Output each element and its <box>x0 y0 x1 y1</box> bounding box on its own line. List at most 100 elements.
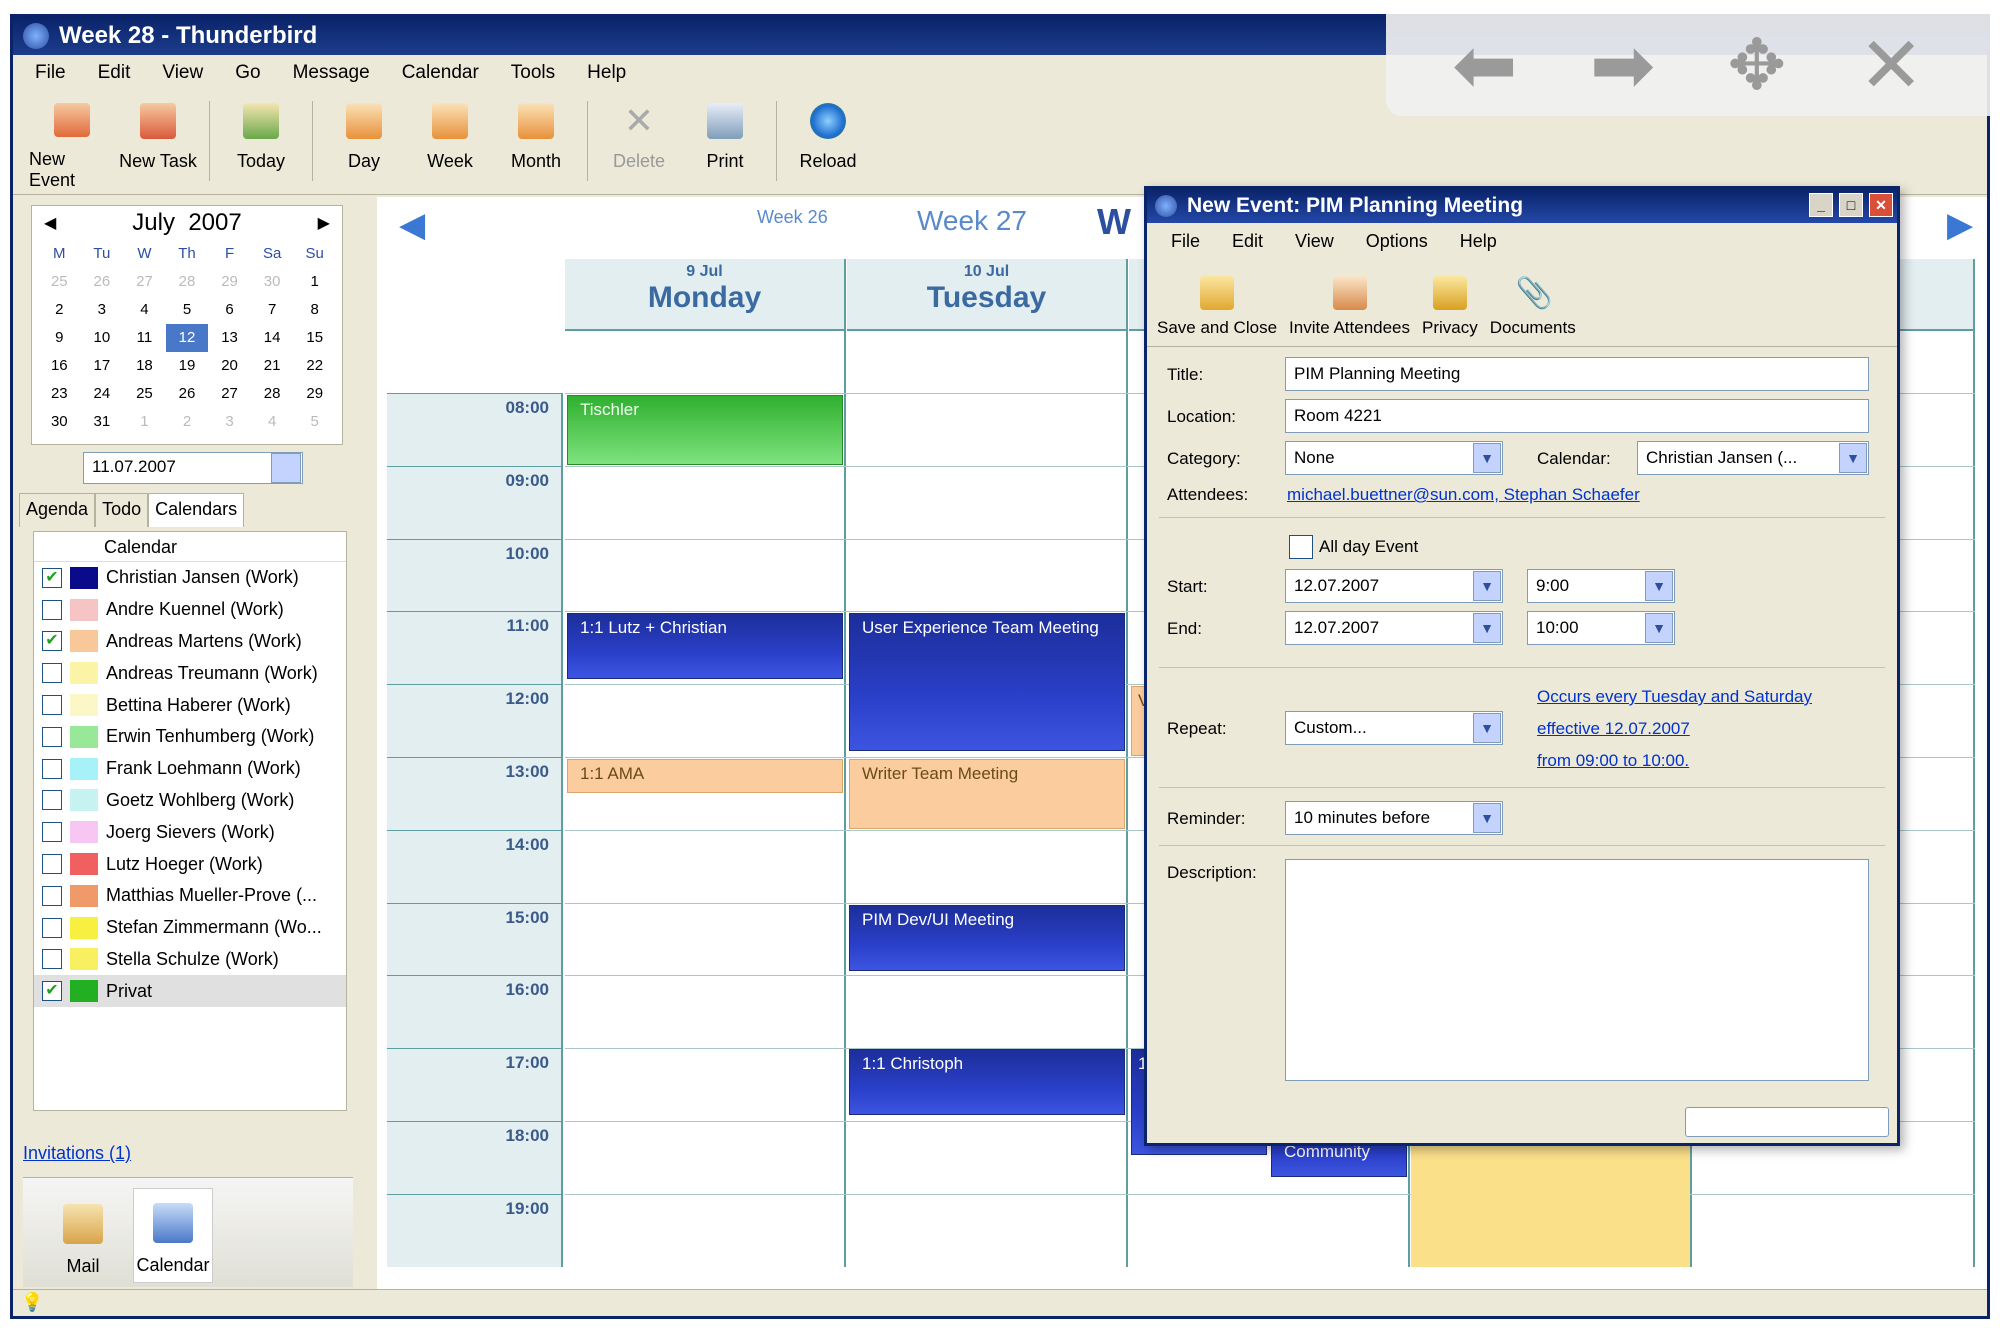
calendar-list-item[interactable]: Stefan Zimmermann (Wo... <box>34 912 346 944</box>
calendar-list-item[interactable]: ✔ Christian Jansen (Work) <box>34 562 346 594</box>
invitations-link[interactable]: Invitations (1) <box>23 1143 131 1164</box>
checkbox-checked[interactable]: ✔ <box>42 567 62 588</box>
minical-day[interactable]: 8 <box>293 296 336 324</box>
minical-day[interactable]: 25 <box>38 268 81 296</box>
minical-day[interactable]: 13 <box>208 324 251 352</box>
calendar-list-item[interactable]: Goetz Wohlberg (Work) <box>34 785 346 817</box>
checkbox-unchecked[interactable] <box>42 726 62 747</box>
minical-day[interactable]: 22 <box>293 352 336 380</box>
checkbox-unchecked[interactable] <box>42 822 62 843</box>
minical-day[interactable]: 26 <box>166 380 209 408</box>
mail-mode-button[interactable]: Mail <box>43 1188 123 1283</box>
week-28-label[interactable]: W <box>1097 201 1131 243</box>
event-writer-team-meeting[interactable]: Writer Team Meeting <box>849 759 1125 829</box>
menu-message[interactable]: Message <box>293 62 370 84</box>
invite-attendees-button[interactable]: Invite Attendees <box>1283 259 1416 346</box>
minical-day[interactable]: 4 <box>123 296 166 324</box>
minical-day[interactable]: 30 <box>251 268 294 296</box>
minical-day[interactable]: 3 <box>208 408 251 436</box>
category-select[interactable]: None <box>1285 441 1503 475</box>
calendar-list-item[interactable]: Erwin Tenhumberg (Work) <box>34 721 346 753</box>
minical-day[interactable]: 16 <box>38 352 81 380</box>
minical-day[interactable]: 25 <box>123 380 166 408</box>
checkbox-checked[interactable]: ✔ <box>42 631 62 652</box>
week-view-button[interactable]: Week <box>407 91 493 191</box>
minical-day[interactable]: 5 <box>166 296 209 324</box>
dialog-menu-options[interactable]: Options <box>1366 231 1428 252</box>
week-26-label[interactable]: Week 26 <box>757 207 828 228</box>
minical-day[interactable]: 3 <box>81 296 124 324</box>
print-button[interactable]: Print <box>682 91 768 191</box>
dialog-titlebar[interactable]: New Event: PIM Planning Meeting _ □ ✕ <box>1147 189 1897 223</box>
minical-day[interactable]: 2 <box>166 408 209 436</box>
dialog-menu-file[interactable]: File <box>1171 231 1200 252</box>
minical-day[interactable]: 31 <box>81 408 124 436</box>
menu-go[interactable]: Go <box>235 62 260 84</box>
calendar-list-item[interactable]: Bettina Haberer (Work) <box>34 689 346 721</box>
menu-edit[interactable]: Edit <box>98 62 131 84</box>
new-task-button[interactable]: New Task <box>115 91 201 191</box>
documents-button[interactable]: 📎 Documents <box>1484 259 1582 346</box>
checkbox-unchecked[interactable] <box>42 599 62 620</box>
calendar-list-item[interactable]: Andreas Treumann (Work) <box>34 657 346 689</box>
minical-day[interactable]: 20 <box>208 352 251 380</box>
calendar-list-item[interactable]: Matthias Mueller-Prove (... <box>34 880 346 912</box>
chevron-down-icon[interactable]: ▼ <box>1473 443 1501 473</box>
checkbox-unchecked[interactable] <box>42 663 62 684</box>
chevron-down-icon[interactable]: ▼ <box>1473 571 1501 601</box>
description-textarea[interactable] <box>1285 859 1869 1081</box>
reload-button[interactable]: Reload <box>785 91 871 191</box>
day-view-button[interactable]: Day <box>321 91 407 191</box>
checkbox-unchecked[interactable] <box>42 854 62 875</box>
minical-day[interactable]: 29 <box>208 268 251 296</box>
next-week-icon[interactable]: ▶ <box>1947 205 1973 245</box>
minical-day[interactable]: 7 <box>251 296 294 324</box>
today-button[interactable]: Today <box>218 91 304 191</box>
reminder-select[interactable]: 10 minutes before <box>1285 801 1503 835</box>
minical-day[interactable]: 17 <box>81 352 124 380</box>
prev-week-icon[interactable]: ◀ <box>399 205 425 245</box>
date-field[interactable]: 11.07.2007 <box>83 452 303 484</box>
repeat-desc-line-1[interactable]: Occurs every Tuesday and Saturday <box>1537 687 1812 707</box>
minical-day[interactable]: 1 <box>123 408 166 436</box>
minical-day[interactable]: 14 <box>251 324 294 352</box>
minical-day[interactable]: 18 <box>123 352 166 380</box>
close-overlay-icon[interactable]: ✕ <box>1858 26 1923 104</box>
repeat-desc-line-3[interactable]: from 09:00 to 10:00. <box>1537 751 1689 771</box>
minical-day[interactable]: 28 <box>251 380 294 408</box>
minical-day[interactable]: 11 <box>123 324 166 352</box>
minical-day[interactable]: 5 <box>293 408 336 436</box>
start-date-input[interactable]: 12.07.2007 <box>1285 569 1503 603</box>
end-date-input[interactable]: 12.07.2007 <box>1285 611 1503 645</box>
event-ux-team-meeting[interactable]: User Experience Team Meeting <box>849 613 1125 751</box>
minical-day[interactable]: 4 <box>251 408 294 436</box>
calendar-list-item[interactable]: Frank Loehmann (Work) <box>34 753 346 785</box>
minical-day[interactable]: 15 <box>293 324 336 352</box>
chevron-down-icon[interactable]: ▼ <box>1473 613 1501 643</box>
minical-day[interactable]: 6 <box>208 296 251 324</box>
chevron-down-icon[interactable]: ▼ <box>1473 803 1501 833</box>
minical-day[interactable]: 26 <box>81 268 124 296</box>
menu-view[interactable]: View <box>162 62 203 84</box>
event-pim-dev-ui-meeting[interactable]: PIM Dev/UI Meeting <box>849 905 1125 971</box>
chevron-down-icon[interactable]: ▼ <box>1839 443 1867 473</box>
minical-day[interactable]: 27 <box>208 380 251 408</box>
privacy-button[interactable]: Privacy <box>1416 259 1484 346</box>
repeat-select[interactable]: Custom... <box>1285 711 1503 745</box>
minimize-icon[interactable]: _ <box>1809 193 1833 217</box>
save-and-close-button[interactable]: Save and Close <box>1151 259 1283 346</box>
dialog-menu-edit[interactable]: Edit <box>1232 231 1263 252</box>
move-icon[interactable]: ✥ <box>1728 30 1787 100</box>
minical-day[interactable]: 24 <box>81 380 124 408</box>
menu-tools[interactable]: Tools <box>511 62 555 84</box>
checkbox-unchecked[interactable] <box>42 917 62 938</box>
tab-todo[interactable]: Todo <box>95 493 149 527</box>
tab-agenda[interactable]: Agenda <box>19 493 96 527</box>
checkbox-unchecked[interactable] <box>42 949 62 970</box>
calendar-list-item[interactable]: ✔ Privat <box>34 975 346 1008</box>
repeat-desc-line-2[interactable]: effective 12.07.2007 <box>1537 719 1690 739</box>
attendees-link[interactable]: michael.buettner@sun.com, Stephan Schaef… <box>1287 485 1640 505</box>
minical-day[interactable]: 2 <box>38 296 81 324</box>
menu-help[interactable]: Help <box>587 62 626 84</box>
prev-month-icon[interactable]: ◀ <box>44 213 56 233</box>
